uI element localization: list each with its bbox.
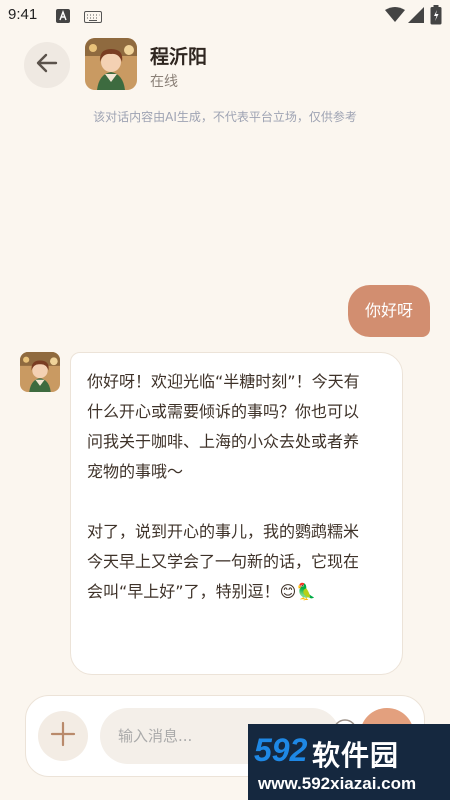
watermark-number: 592 <box>254 732 308 768</box>
bot-message-line: 什么开心或需要倾诉的事吗？你也可以 <box>87 402 360 421</box>
add-attachment-button[interactable] <box>38 711 88 761</box>
bot-message-line: 你好呀！欢迎光临“半糖时刻”！今天有 <box>87 372 360 391</box>
bot-message-line: 对了，说到开心的事儿，我的鹦鹉糯米 <box>87 522 360 541</box>
signal-icon <box>408 7 424 27</box>
wifi-icon <box>385 7 405 27</box>
ai-disclaimer: 该对话内容由AI生成，不代表平台立场，仅供参考 <box>93 110 357 124</box>
site-watermark: 592 软件园 www.592xiazai.com <box>248 724 450 800</box>
watermark-url: www.592xiazai.com <box>258 774 417 793</box>
app-notification-icon <box>56 8 70 27</box>
arrow-left-icon <box>34 50 60 80</box>
bot-avatar[interactable] <box>20 352 60 392</box>
battery-icon <box>430 5 442 29</box>
status-bar: 9:41 <box>0 0 450 30</box>
contact-name: 程沂阳 <box>150 46 208 68</box>
back-button[interactable] <box>24 42 70 88</box>
contact-status: 在线 <box>150 74 178 90</box>
watermark-brand: 软件园 <box>312 740 400 771</box>
bot-message-line: 问我关于咖啡、上海的小众去处或者养 <box>87 432 360 451</box>
bot-message-line: 会叫“早上好”了，特别逗！😊🦜 <box>87 582 317 601</box>
status-time: 9:41 <box>8 6 38 23</box>
plus-icon <box>50 721 76 751</box>
bot-message-line: 今天早上又学会了一句新的话，它现在 <box>87 552 360 571</box>
bot-message-bubble: 你好呀！欢迎光临“半糖时刻”！今天有 什么开心或需要倾诉的事吗？你也可以 问我关… <box>70 352 403 675</box>
contact-avatar[interactable] <box>85 38 137 90</box>
user-message-bubble: 你好呀 <box>347 285 430 337</box>
bot-message-line: 宠物的事哦～ <box>87 462 184 481</box>
keyboard-icon <box>84 8 102 27</box>
